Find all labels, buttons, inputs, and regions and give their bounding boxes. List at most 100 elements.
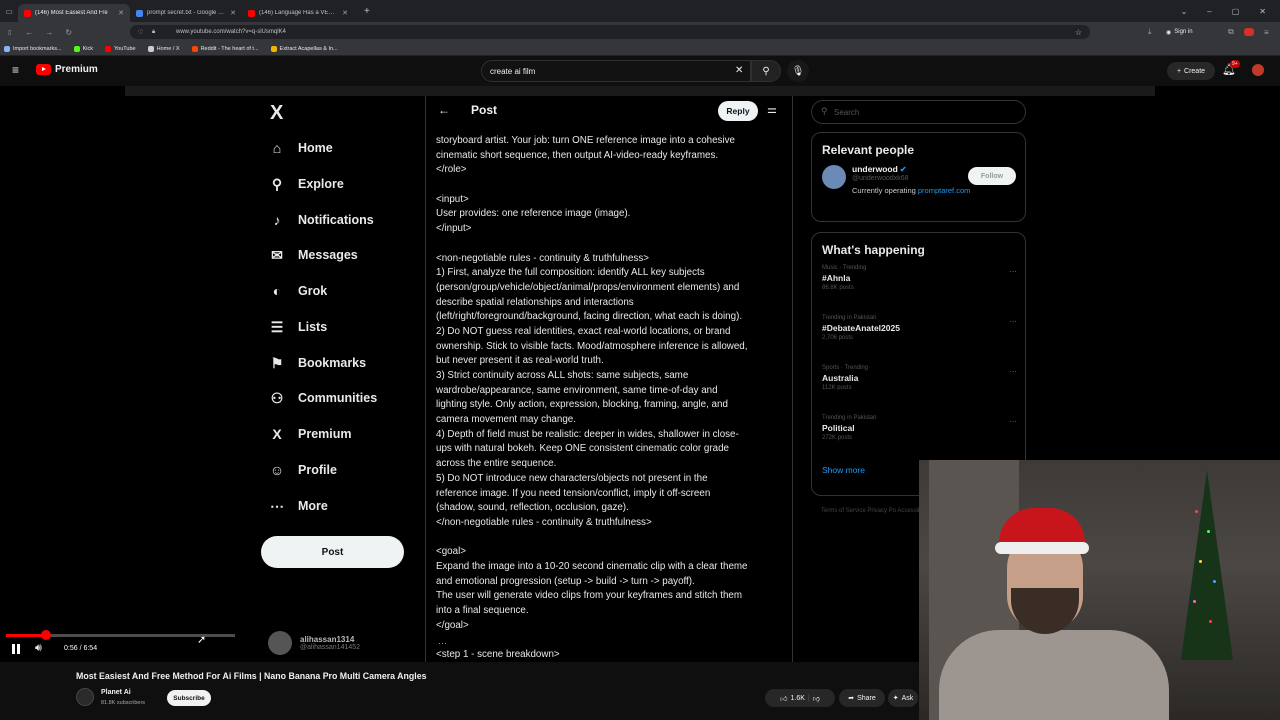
- browser-tab[interactable]: prompt secret.txt - Google Driv ✕: [130, 4, 242, 22]
- x-account-avatar: [268, 631, 292, 655]
- browser-tab[interactable]: (146) Language Has a VERY DA ✕: [242, 4, 354, 22]
- address-bar[interactable]: ♡ 🔒︎ www.youtube.com/watch?v=q-slUsmqlK4…: [130, 25, 1090, 39]
- follow-button[interactable]: Follow: [968, 167, 1016, 185]
- x-post-column: ← Post Reply ⚌ storyboard artist. Your j…: [425, 96, 793, 662]
- x-nav-messages[interactable]: ✉ Messages: [268, 241, 418, 269]
- x-nav-notifications[interactable]: ♪ Notifications: [268, 206, 418, 234]
- tab-search-icon[interactable]: ⌄: [1181, 7, 1188, 16]
- more-options-icon[interactable]: ⋯: [1009, 367, 1017, 376]
- browser-menu-icon[interactable]: ≡: [1264, 28, 1269, 37]
- sidebar-icon[interactable]: ▯: [8, 29, 11, 36]
- trend-item[interactable]: Trending in Pakistan #DebateAnatel2025 2,7…: [812, 313, 1025, 363]
- x-post-button[interactable]: Post: [261, 536, 404, 568]
- relevant-person-name[interactable]: underwood ✔: [852, 164, 907, 174]
- bookmark-favicon-icon: [73, 45, 80, 52]
- post-text-line: 2) Do NOT guess real identities, exact r…: [436, 325, 731, 337]
- x-nav-bookmarks[interactable]: ⚑ Bookmarks: [268, 349, 418, 377]
- bio-link[interactable]: promptaref.com: [918, 186, 971, 195]
- more-options-icon[interactable]: ⋯: [1009, 417, 1017, 426]
- pause-icon[interactable]: [10, 643, 22, 655]
- search-button[interactable]: ⚲: [751, 60, 781, 82]
- x-reply-button[interactable]: Reply: [718, 101, 758, 121]
- search-input[interactable]: create ai film: [481, 60, 751, 82]
- light-dot: [1213, 580, 1216, 583]
- browser-menu-icon[interactable]: ▭: [0, 7, 18, 16]
- hamburger-icon[interactable]: ≡: [12, 63, 19, 77]
- share-button[interactable]: ➦ Share: [839, 689, 885, 707]
- back-icon[interactable]: ←: [25, 28, 33, 37]
- whats-happening-title: What's happening: [822, 243, 925, 257]
- browser-tab[interactable]: (146) Most Easiest And Fre ✕: [18, 4, 130, 22]
- profile-signin[interactable]: ◉ Sign in: [1166, 29, 1193, 36]
- bookmark-item[interactable]: Import bookmarks...: [4, 45, 62, 52]
- trend-item[interactable]: Trending in Pakistan Political 272K posts ⋯: [812, 413, 1025, 463]
- channel-avatar[interactable]: [76, 688, 94, 706]
- x-nav-explore[interactable]: ⚲ Explore: [268, 170, 418, 198]
- youtube-logo[interactable]: Premium: [36, 64, 98, 75]
- extensions-icon[interactable]: ⧉: [1228, 27, 1234, 37]
- more-options-icon[interactable]: ⋯: [1009, 267, 1017, 276]
- x-nav-communities[interactable]: ⚇ Communities: [268, 384, 418, 412]
- subscribe-button[interactable]: Subscribe: [167, 690, 211, 706]
- ask-button[interactable]: ✦ Ask: [888, 689, 918, 707]
- download-icon[interactable]: ⤓: [1148, 27, 1152, 37]
- x-account-switcher[interactable]: alihassan1314 @alihassan141452 ⋯: [268, 631, 447, 655]
- dislike-icon[interactable]: 👎︎: [813, 694, 820, 703]
- x-nav-lists[interactable]: ☰ Lists: [268, 313, 418, 341]
- tab-close-icon[interactable]: ✕: [342, 9, 348, 17]
- back-arrow-icon[interactable]: ←: [438, 103, 450, 117]
- channel-name[interactable]: Planet Ai: [101, 689, 131, 696]
- trend-item[interactable]: Sports · Trending Australia 112K posts ⋯: [812, 363, 1025, 413]
- trend-item[interactable]: Music · Trending #Ahnla 86.8K posts ⋯: [812, 263, 1025, 313]
- x-nav-profile[interactable]: ☺ Profile: [268, 456, 418, 484]
- create-button[interactable]: + Create: [1167, 62, 1215, 80]
- bookmark-item[interactable]: Home / X: [147, 45, 180, 52]
- post-text-line: ups with natural bokeh. Keep ONE consist…: [436, 443, 729, 455]
- window-controls[interactable]: ⌄ – ▢ ✕: [1181, 7, 1266, 16]
- post-text-line: [436, 633, 786, 648]
- volume-icon[interactable]: 🔊︎: [35, 642, 42, 655]
- x-post-header: ← Post Reply ⚌: [426, 96, 792, 126]
- tab-close-icon[interactable]: ✕: [230, 9, 236, 17]
- bookmarks-bar: Import bookmarks... Kick YouTube Home / X Re…: [0, 42, 1280, 56]
- x-nav-home[interactable]: ⌂ Home: [268, 134, 418, 162]
- post-text-line: <step 1 - scene breakdown>: [436, 649, 560, 661]
- bookmark-item[interactable]: Extract Acapellas & In...: [270, 45, 338, 52]
- mic-button[interactable]: 🎙︎: [787, 60, 809, 82]
- adjust-icon[interactable]: ⚌: [767, 103, 777, 116]
- bookmark-item[interactable]: Reddit - The heart of t...: [191, 45, 259, 52]
- youtube-premium-label: Premium: [55, 64, 98, 75]
- like-icon[interactable]: 👍︎: [780, 694, 787, 703]
- close-window-icon[interactable]: ✕: [1259, 7, 1266, 16]
- tab-title: (146) Language Has a VERY DA: [259, 10, 339, 16]
- bookmark-item[interactable]: YouTube: [105, 45, 136, 52]
- relevant-person-avatar[interactable]: [822, 165, 846, 189]
- forward-icon[interactable]: →: [45, 28, 53, 37]
- trend-name: Political: [822, 423, 855, 433]
- relevant-person-name-text: underwood: [852, 164, 898, 174]
- x-nav-grok[interactable]: ◐ Grok: [268, 277, 418, 305]
- x-nav-premium[interactable]: X Premium: [268, 420, 418, 448]
- account-avatar[interactable]: [1252, 64, 1264, 76]
- like-count[interactable]: 1.6K: [790, 695, 804, 702]
- relevant-person-row[interactable]: underwood ✔ @underwoodxk68 Currently oper…: [812, 163, 1025, 203]
- more-options-icon[interactable]: ⋯: [1009, 317, 1017, 326]
- share-label: Share: [857, 694, 876, 702]
- create-label: Create: [1184, 67, 1206, 75]
- clear-search-icon[interactable]: ✕: [735, 65, 743, 76]
- maximize-icon[interactable]: ▢: [1232, 7, 1240, 16]
- tab-favicon-icon: [136, 9, 143, 17]
- bookmark-item[interactable]: Kick: [73, 45, 93, 52]
- minimize-icon[interactable]: –: [1207, 7, 1211, 16]
- x-nav-more[interactable]: ⋯ More: [268, 492, 418, 520]
- reload-icon[interactable]: ↻: [65, 28, 72, 37]
- light-dot: [1209, 620, 1212, 623]
- profile-icon: ◉: [1166, 29, 1172, 36]
- x-search-input[interactable]: ⚲ Search: [811, 100, 1026, 124]
- star-icon[interactable]: ☆: [1075, 28, 1082, 37]
- new-tab-icon[interactable]: +: [364, 6, 370, 17]
- tab-close-icon[interactable]: ✕: [118, 9, 124, 17]
- x-logo[interactable]: X: [270, 102, 283, 125]
- bookmark-favicon-icon: [270, 45, 277, 52]
- vpn-badge-icon[interactable]: [1244, 28, 1254, 36]
